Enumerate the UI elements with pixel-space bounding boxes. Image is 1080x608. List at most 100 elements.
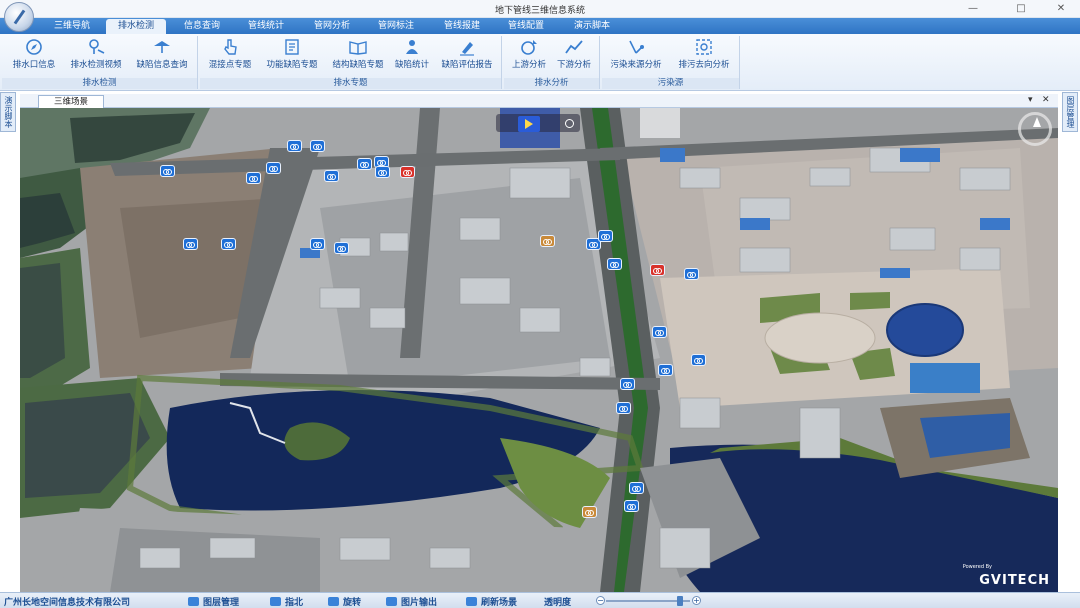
window-title: 地下管线三维信息系统 bbox=[494, 6, 585, 16]
ribbon-button-label: 排污去向分析 bbox=[678, 60, 730, 70]
tab-info-query[interactable]: 信息查询 bbox=[172, 19, 232, 34]
functional-defect-topic-button[interactable]: 功能缺陷专题 bbox=[260, 38, 324, 72]
pipeline-marker[interactable] bbox=[598, 230, 613, 242]
tab-drainage-inspection[interactable]: 排水检测 bbox=[106, 19, 166, 34]
pipeline-marker[interactable] bbox=[324, 170, 339, 182]
transparency-slider[interactable]: − + bbox=[596, 596, 708, 606]
tab-3d-scene[interactable]: 三维场景 bbox=[38, 95, 104, 108]
structural-defect-topic-button[interactable]: 结构缺陷专题 bbox=[326, 38, 390, 72]
pipeline-marker[interactable] bbox=[287, 140, 302, 152]
layer-management-side-tab[interactable]: 图层管理 bbox=[1062, 92, 1078, 132]
ribbon-group-label: 排水分析 bbox=[504, 78, 599, 89]
upstream-icon bbox=[521, 40, 537, 55]
ribbon-group-drainage-topics: 混接点专题 功能缺陷专题 结构缺陷专题 缺陷统计 缺陷评估报告 排水专题 bbox=[200, 36, 502, 89]
tab-3d-navigation[interactable]: 三维导航 bbox=[42, 19, 102, 34]
pipeline-marker[interactable] bbox=[658, 364, 673, 376]
ribbon-group-label: 排水专题 bbox=[200, 78, 501, 89]
pipeline-marker[interactable] bbox=[624, 500, 639, 512]
pipeline-marker[interactable] bbox=[246, 172, 261, 184]
ribbon-button-label: 排水口信息 bbox=[12, 60, 56, 70]
pipeline-marker[interactable] bbox=[183, 238, 198, 250]
refresh-icon bbox=[466, 597, 477, 606]
tab-menu-icon[interactable]: ▾ bbox=[1028, 95, 1033, 105]
downstream-analysis-button[interactable]: 下游分析 bbox=[552, 38, 596, 72]
compass-icon bbox=[26, 39, 42, 55]
3d-scene-map[interactable]: Powered By GVITECH bbox=[20, 108, 1058, 592]
defect-info-query-button[interactable]: 缺陷信息查询 bbox=[130, 38, 194, 72]
pipeline-marker[interactable] bbox=[607, 258, 622, 270]
video-pin-icon bbox=[89, 39, 105, 54]
close-tab-icon[interactable]: ✕ bbox=[1042, 95, 1050, 105]
pipeline-marker[interactable] bbox=[310, 140, 325, 152]
discharge-direction-analysis-button[interactable]: 排污去向分析 bbox=[672, 38, 736, 72]
mixed-connection-topic-button[interactable]: 混接点专题 bbox=[202, 38, 258, 72]
compass-icon[interactable] bbox=[1018, 112, 1052, 146]
pipeline-marker[interactable] bbox=[357, 158, 372, 170]
slider-thumb[interactable] bbox=[676, 596, 683, 606]
status-button-label: 刷新场景 bbox=[481, 598, 518, 608]
tab-demo-script[interactable]: 演示脚本 bbox=[562, 19, 622, 34]
powered-by-text: Powered By bbox=[962, 564, 992, 570]
ribbon-group-drainage-inspection: 排水口信息 排水检测视频 缺陷信息查询 排水检测 bbox=[2, 36, 198, 89]
tab-pipeline-config[interactable]: 管线配置 bbox=[496, 19, 556, 34]
pipeline-marker[interactable] bbox=[629, 482, 644, 494]
tab-pipeline-statistics[interactable]: 管线统计 bbox=[236, 19, 296, 34]
rotate-button[interactable]: 旋转 bbox=[328, 595, 361, 608]
target-icon[interactable] bbox=[565, 119, 574, 128]
title-bar: 地下管线三维信息系统 — □ ✕ bbox=[0, 0, 1080, 18]
pipeline-marker[interactable] bbox=[221, 238, 236, 250]
transparency-label: 透明度 bbox=[544, 598, 572, 608]
ribbon-button-label: 缺陷信息查询 bbox=[136, 60, 188, 70]
zoom-out-icon[interactable]: − bbox=[596, 596, 605, 605]
north-button[interactable]: 指北 bbox=[270, 595, 303, 608]
pipeline-marker[interactable] bbox=[691, 354, 706, 366]
pollution-source-icon bbox=[629, 40, 644, 54]
drain-outlet-info-button[interactable]: 排水口信息 bbox=[6, 38, 62, 72]
drain-inspection-video-button[interactable]: 排水检测视频 bbox=[64, 38, 128, 72]
pipeline-marker[interactable] bbox=[310, 238, 325, 250]
defect-marker[interactable] bbox=[650, 264, 665, 276]
defect-marker[interactable] bbox=[400, 166, 415, 178]
book-icon bbox=[349, 41, 367, 55]
demo-script-side-tab[interactable]: 演示脚本 bbox=[0, 92, 16, 132]
north-arrow-icon bbox=[270, 597, 281, 606]
pipeline-marker[interactable] bbox=[375, 166, 390, 178]
zoom-in-icon[interactable]: + bbox=[692, 596, 701, 605]
upstream-analysis-button[interactable]: 上游分析 bbox=[508, 38, 550, 72]
pipeline-marker[interactable] bbox=[160, 165, 175, 177]
tab-network-analysis[interactable]: 管网分析 bbox=[302, 19, 362, 34]
tab-network-annotation[interactable]: 管网标注 bbox=[366, 19, 426, 34]
defect-assessment-report-button[interactable]: 缺陷评估报告 bbox=[436, 38, 498, 72]
image-export-icon bbox=[386, 597, 397, 606]
layer-management-button[interactable]: 图层管理 bbox=[188, 595, 239, 608]
pipeline-marker[interactable] bbox=[334, 242, 349, 254]
ribbon-button-label: 混接点专题 bbox=[208, 60, 252, 70]
image-export-button[interactable]: 图片输出 bbox=[386, 595, 437, 608]
discharge-direction-icon bbox=[696, 39, 712, 55]
pipeline-marker[interactable] bbox=[652, 326, 667, 338]
pollution-source-analysis-button[interactable]: 污染来源分析 bbox=[604, 38, 668, 72]
city-scene bbox=[20, 108, 1058, 592]
ribbon-button-label: 缺陷统计 bbox=[394, 60, 429, 70]
pipeline-marker[interactable] bbox=[684, 268, 699, 280]
close-button[interactable]: ✕ bbox=[1050, 2, 1072, 16]
ribbon-button-label: 下游分析 bbox=[556, 60, 591, 70]
maximize-button[interactable]: □ bbox=[1010, 2, 1032, 16]
refresh-scene-button[interactable]: 刷新场景 bbox=[466, 595, 517, 608]
navigation-controller[interactable] bbox=[496, 114, 580, 132]
ribbon-button-label: 上游分析 bbox=[511, 60, 546, 70]
pipeline-marker[interactable] bbox=[620, 378, 635, 390]
junction-marker[interactable] bbox=[582, 506, 597, 518]
app-logo-icon[interactable] bbox=[4, 2, 34, 32]
minimize-button[interactable]: — bbox=[962, 2, 984, 16]
defect-statistics-button[interactable]: 缺陷统计 bbox=[390, 38, 434, 72]
play-icon[interactable] bbox=[518, 116, 540, 132]
pipeline-marker[interactable] bbox=[616, 402, 631, 414]
downstream-icon bbox=[565, 40, 583, 54]
layers-icon bbox=[188, 597, 199, 606]
status-bar: 广州长地空间信息技术有限公司 图层管理 指北 旋转 图片输出 刷新场景 透明度 … bbox=[0, 592, 1080, 608]
tab-pipeline-application[interactable]: 管线报建 bbox=[432, 19, 492, 34]
status-button-label: 旋转 bbox=[343, 598, 362, 608]
junction-marker[interactable] bbox=[540, 235, 555, 247]
pipeline-marker[interactable] bbox=[266, 162, 281, 174]
